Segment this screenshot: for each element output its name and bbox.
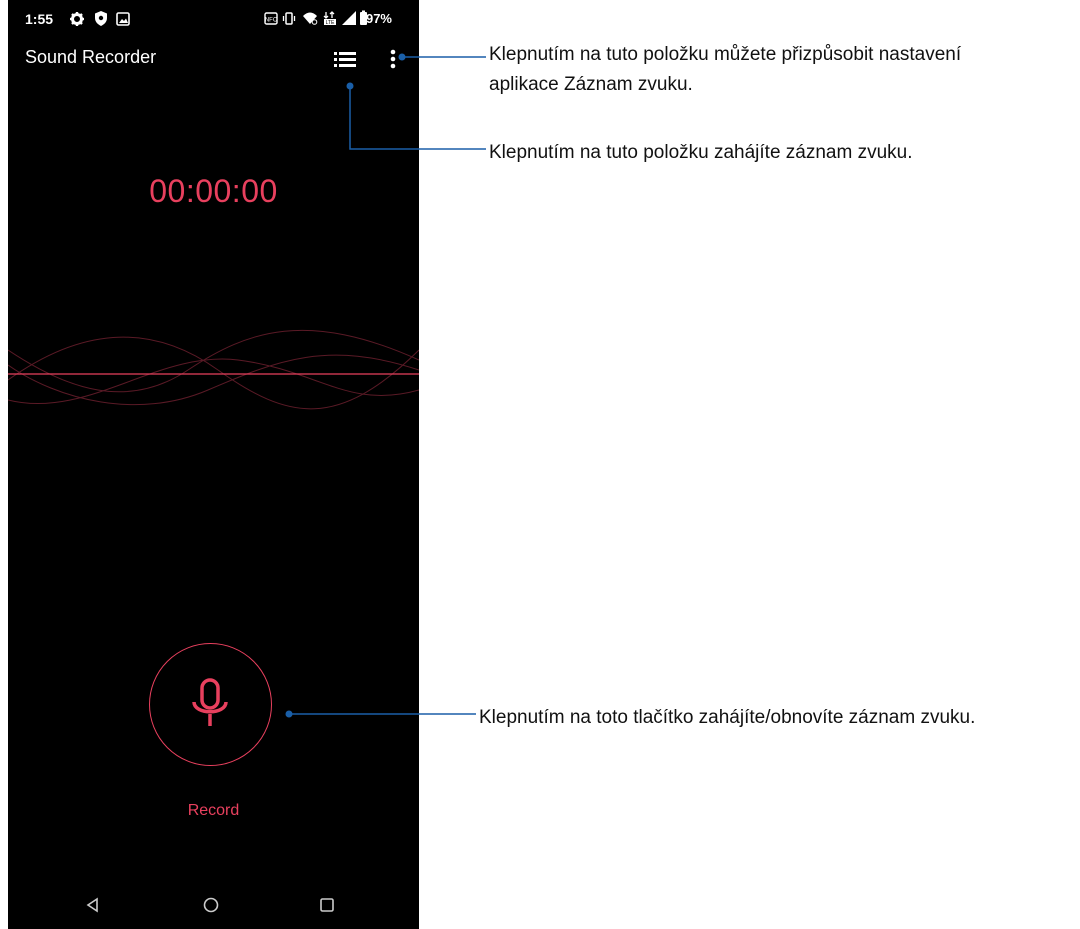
battery-percent: 97% <box>365 11 392 26</box>
nfc-icon: NFC <box>264 12 278 25</box>
microphone-icon <box>191 677 228 726</box>
home-icon[interactable] <box>202 896 220 914</box>
recordings-list-icon[interactable] <box>330 46 360 72</box>
callout-settings-line-2: aplikace Záznam zvuku. <box>489 74 693 95</box>
shield-icon <box>95 11 107 26</box>
back-icon[interactable] <box>85 896 101 914</box>
record-button[interactable] <box>149 643 272 766</box>
phone-screen: 1:55 NFC LTE 97% Sound Recorder 00:00:00… <box>8 0 419 929</box>
callout-record: Klepnutím na toto tlačítko zahájíte/obno… <box>479 707 976 728</box>
callout-list: Klepnutím na tuto položku zahájíte zázna… <box>489 142 913 163</box>
waveform-visualization <box>8 329 419 410</box>
recents-icon[interactable] <box>319 896 335 914</box>
callout-settings-line-1: Klepnutím na tuto položku můžete přizpůs… <box>489 44 962 65</box>
lte-icon: LTE <box>323 11 336 26</box>
overflow-menu-icon[interactable] <box>386 46 400 72</box>
record-label: Record <box>187 802 240 819</box>
svg-text:NFC: NFC <box>265 18 278 24</box>
status-time: 1:55 <box>25 11 54 27</box>
image-icon <box>116 12 130 26</box>
svg-text:LTE: LTE <box>326 20 335 26</box>
navigation-bar <box>8 886 419 929</box>
status-bar: 1:55 NFC LTE 97% <box>8 0 419 40</box>
signal-icon <box>342 11 356 25</box>
app-title: Sound Recorder <box>25 47 157 67</box>
vibrate-icon <box>282 12 296 25</box>
recording-timer: 00:00:00 <box>149 173 278 209</box>
gear-icon <box>70 12 84 26</box>
wifi-icon <box>303 12 318 25</box>
callout-settings: Klepnutím na tuto položku můžete přizpůs… <box>489 40 961 100</box>
